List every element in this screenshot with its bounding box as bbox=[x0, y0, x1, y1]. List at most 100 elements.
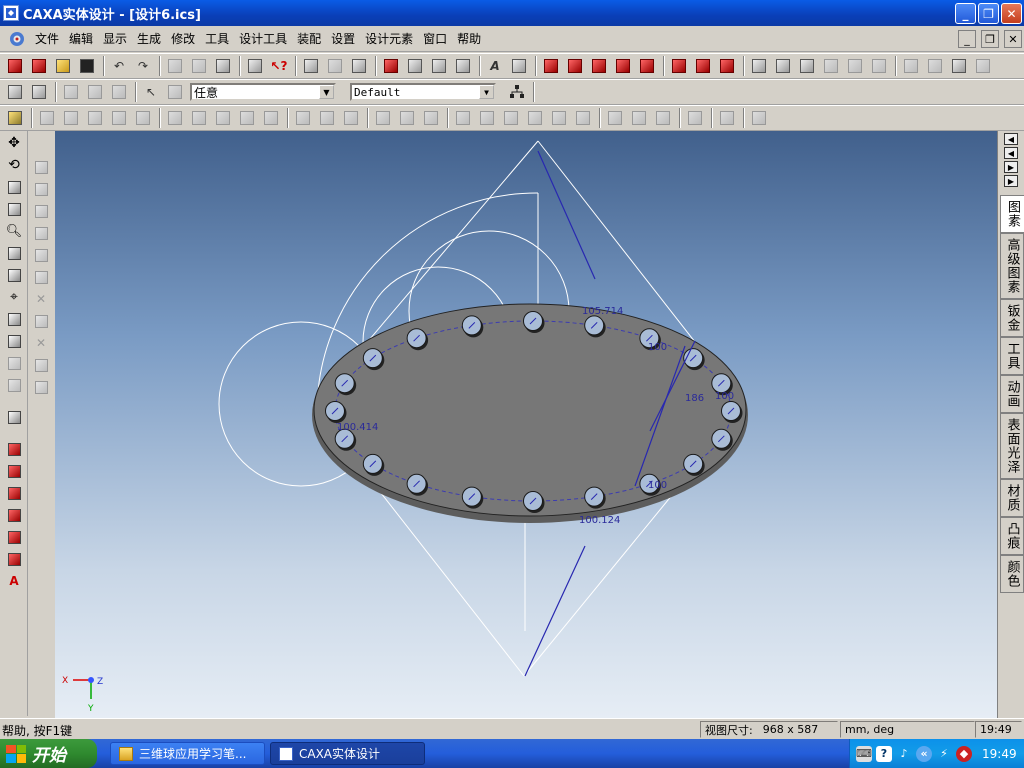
app-icon[interactable] bbox=[3, 5, 19, 21]
parallel-icon[interactable] bbox=[84, 107, 106, 129]
redo-icon[interactable]: ↷ bbox=[132, 55, 154, 77]
search-all-icon[interactable] bbox=[84, 81, 106, 103]
wrench-icon[interactable] bbox=[948, 55, 970, 77]
pattern-tool-icon[interactable] bbox=[31, 377, 51, 397]
sweep-icon[interactable] bbox=[716, 55, 738, 77]
align-icon[interactable] bbox=[540, 55, 562, 77]
camera-view-icon[interactable] bbox=[4, 331, 24, 351]
camera-icon[interactable] bbox=[348, 55, 370, 77]
draw-tangent-icon[interactable] bbox=[316, 107, 338, 129]
menu-generate[interactable]: 生成 bbox=[132, 30, 166, 47]
new-file-icon[interactable] bbox=[4, 55, 26, 77]
help-icon[interactable]: ? bbox=[876, 745, 892, 762]
camera-move-icon[interactable] bbox=[4, 309, 24, 329]
render-icon[interactable] bbox=[300, 55, 322, 77]
minimize-button[interactable]: _ bbox=[955, 3, 976, 24]
scroll-down-icon[interactable]: ▶ bbox=[1004, 161, 1018, 173]
chevron-down-icon[interactable]: ▼ bbox=[479, 85, 494, 99]
paste-icon[interactable] bbox=[212, 55, 234, 77]
disassemble-icon[interactable] bbox=[924, 55, 946, 77]
smart-snap-icon[interactable] bbox=[4, 81, 26, 103]
chamfer-icon[interactable] bbox=[636, 55, 658, 77]
point-icon[interactable] bbox=[372, 107, 394, 129]
cut-icon[interactable] bbox=[164, 55, 186, 77]
menu-modify[interactable]: 修改 bbox=[166, 30, 200, 47]
delete-tool-icon[interactable]: ✕ bbox=[31, 289, 51, 309]
menu-design-elements[interactable]: 设计元素 bbox=[360, 30, 418, 47]
loft-icon[interactable] bbox=[868, 55, 890, 77]
tab-colors[interactable]: 颜色 bbox=[1000, 555, 1024, 593]
assembly-icon[interactable] bbox=[900, 55, 922, 77]
menu-window[interactable]: 窗口 bbox=[418, 30, 452, 47]
tangent-icon[interactable] bbox=[188, 107, 210, 129]
tab-emboss[interactable]: 凸痕 bbox=[1000, 517, 1024, 555]
text-icon[interactable]: A bbox=[484, 55, 506, 77]
keyboard-icon[interactable]: ⌨ bbox=[856, 745, 872, 762]
draw-line-icon[interactable] bbox=[292, 107, 314, 129]
section-icon[interactable] bbox=[4, 549, 24, 569]
orbit-icon[interactable]: ⟲ bbox=[4, 155, 24, 175]
volume-icon[interactable]: ♪ bbox=[896, 746, 912, 762]
look-at-icon[interactable]: ⌖ bbox=[4, 287, 24, 307]
mdi-close-button[interactable]: ✕ bbox=[1004, 30, 1022, 48]
tab-surface-finish[interactable]: 表面光泽 bbox=[1000, 413, 1024, 479]
walk-icon[interactable] bbox=[4, 177, 24, 197]
draw-polyline-icon[interactable] bbox=[340, 107, 362, 129]
design-viewport[interactable]: 105.714 100 186 100 100.414 100 100.124 … bbox=[55, 131, 997, 718]
light-icon[interactable] bbox=[324, 55, 346, 77]
restore-button[interactable]: ❐ bbox=[978, 3, 999, 24]
undo-icon[interactable]: ↶ bbox=[108, 55, 130, 77]
constraint-icon[interactable] bbox=[60, 107, 82, 129]
security-shield-icon[interactable]: ◆ bbox=[956, 745, 972, 762]
split-icon[interactable] bbox=[820, 55, 842, 77]
extend-tool-icon[interactable] bbox=[31, 311, 51, 331]
circle-2pt-icon[interactable] bbox=[476, 107, 498, 129]
tab-sheet-metal[interactable]: 钣金 bbox=[1000, 299, 1024, 337]
taskbar-item-caxa[interactable]: CAXA实体设计 bbox=[270, 742, 425, 765]
close-button[interactable]: ✕ bbox=[1001, 3, 1022, 24]
menu-design-tools[interactable]: 设计工具 bbox=[234, 30, 292, 47]
sketch-finish-icon[interactable] bbox=[748, 107, 770, 129]
trim-icon[interactable] bbox=[716, 107, 738, 129]
fillet-icon[interactable] bbox=[612, 55, 634, 77]
tab-advanced-primitives[interactable]: 高级图素 bbox=[1000, 233, 1024, 299]
boolean-icon[interactable] bbox=[748, 55, 770, 77]
circle-3pt-icon[interactable] bbox=[500, 107, 522, 129]
arrow-tool-icon[interactable] bbox=[31, 223, 51, 243]
find-icon[interactable] bbox=[244, 55, 266, 77]
mdi-restore-button[interactable]: ❐ bbox=[981, 30, 999, 48]
ortho-icon[interactable] bbox=[36, 107, 58, 129]
flange-part[interactable] bbox=[312, 303, 748, 523]
concentric-icon[interactable] bbox=[164, 107, 186, 129]
camera-dim-icon[interactable] bbox=[4, 353, 24, 373]
arc-3pt-icon[interactable] bbox=[628, 107, 650, 129]
angle-icon[interactable] bbox=[236, 107, 258, 129]
menu-help[interactable]: 帮助 bbox=[452, 30, 486, 47]
menu-edit[interactable]: 编辑 bbox=[64, 30, 98, 47]
start-button[interactable]: 开始 bbox=[0, 739, 97, 768]
network-icon[interactable]: ⚡ bbox=[936, 746, 952, 762]
tab-animation[interactable]: 动画 bbox=[1000, 375, 1024, 413]
polygon-icon[interactable] bbox=[548, 107, 570, 129]
menu-tools[interactable]: 工具 bbox=[200, 30, 234, 47]
tab-materials[interactable]: 材质 bbox=[1000, 479, 1024, 517]
select-arrow-icon[interactable]: ↖ bbox=[140, 81, 162, 103]
zoom-icon[interactable]: 🔍︎ bbox=[4, 221, 24, 241]
pick-icon[interactable] bbox=[28, 81, 50, 103]
copy-icon[interactable] bbox=[188, 55, 210, 77]
select-box-icon[interactable] bbox=[164, 81, 186, 103]
search-icon[interactable] bbox=[60, 81, 82, 103]
menu-settings[interactable]: 设置 bbox=[326, 30, 360, 47]
collapse-tray-icon[interactable]: « bbox=[916, 745, 932, 762]
filter-icon[interactable] bbox=[108, 81, 130, 103]
face-icon[interactable] bbox=[4, 461, 24, 481]
taskbar-item-explorer[interactable]: 三维球应用学习笔... bbox=[110, 742, 265, 765]
revolve-icon[interactable] bbox=[692, 55, 714, 77]
horizontal-icon[interactable] bbox=[108, 107, 130, 129]
rectangle-icon[interactable] bbox=[420, 107, 442, 129]
ellipse-icon[interactable] bbox=[524, 107, 546, 129]
chevron-down-icon[interactable]: ▼ bbox=[319, 85, 334, 99]
open-folder-icon[interactable] bbox=[52, 55, 74, 77]
menu-assembly[interactable]: 装配 bbox=[292, 30, 326, 47]
copy-tool-icon[interactable] bbox=[31, 245, 51, 265]
